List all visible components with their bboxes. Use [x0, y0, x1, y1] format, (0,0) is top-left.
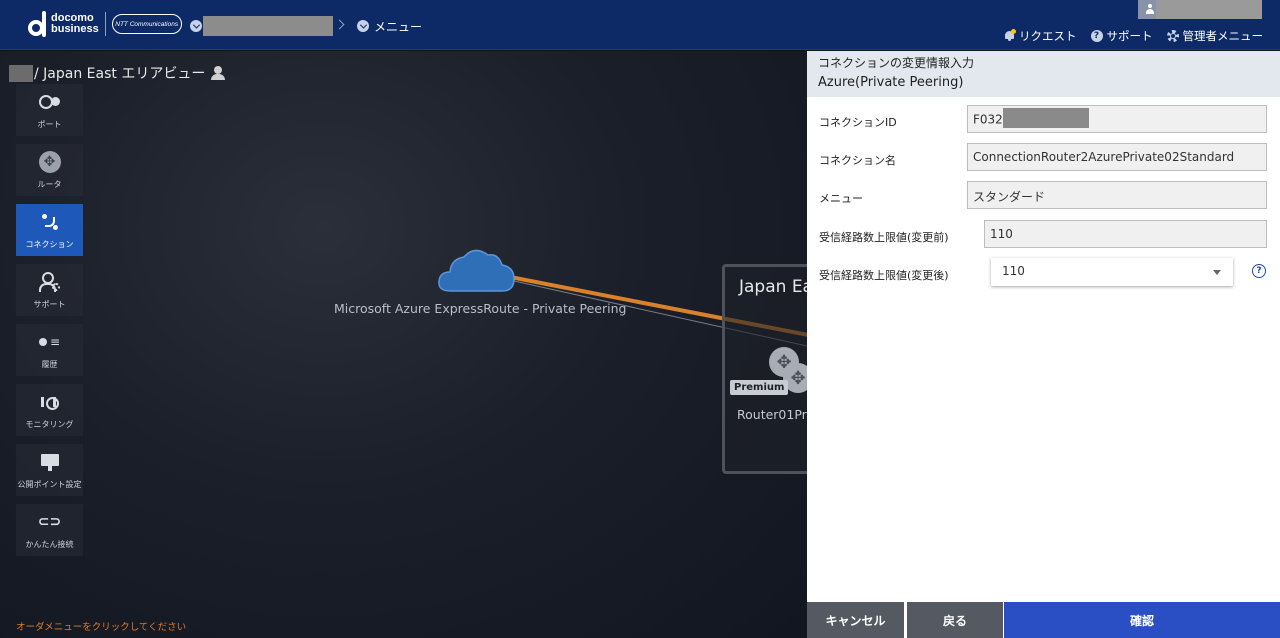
panel-header: コネクションの変更情報入力 Azure(Private Peering) — [807, 51, 1280, 97]
breadcrumb-chevron-right-icon — [334, 19, 345, 30]
panel-footer: キャンセル 戻る 確認 — [807, 602, 1280, 638]
route-limit-after-select[interactable]: 110 — [991, 258, 1233, 286]
tenant-dropdown-icon[interactable] — [190, 20, 202, 32]
logo-separator — [104, 12, 106, 36]
menu-row: メニュー スタンダード — [807, 181, 1280, 211]
route-limit-before-label: 受信経路数上限値(変更前) — [819, 231, 949, 244]
ntt-communications-logo: NTT Communications — [111, 14, 182, 34]
connection-id-redacted — [1002, 108, 1089, 128]
help-icon[interactable]: ? — [1252, 264, 1266, 278]
confirm-button[interactable]: 確認 — [1004, 602, 1280, 638]
support-label: サポート — [1106, 29, 1153, 43]
request-label: リクエスト — [1019, 29, 1077, 43]
logo-line2: business — [51, 23, 99, 35]
route-limit-after-row: 受信経路数上限値(変更後) 110 ? — [807, 258, 1280, 288]
premium-badge: Premium — [730, 380, 789, 395]
user-icon — [1146, 4, 1154, 14]
question-icon: ? — [1090, 30, 1103, 42]
docomo-business-logo[interactable]: docomo business NTT Communications — [28, 11, 182, 37]
admin-menu-label: 管理者メニュー — [1182, 29, 1264, 43]
order-instruction: オーダメニューをクリックしてください — [16, 622, 187, 633]
header-links: リクエスト ? サポート 管理者メニュー — [1004, 28, 1263, 44]
connection-name-row: コネクション名 ConnectionRouter2AzurePrivate02S… — [807, 143, 1280, 173]
request-link[interactable]: リクエスト — [1004, 28, 1077, 44]
connection-name-field: ConnectionRouter2AzurePrivate02Standard — [967, 143, 1267, 171]
user-name-redacted — [1156, 0, 1262, 19]
menu-dropdown-icon[interactable] — [357, 20, 369, 32]
route-limit-after-value: 110 — [1002, 264, 1025, 278]
japan-east-area[interactable]: Japan East ✥ ✥ Premium Router01Premium — [722, 264, 807, 474]
route-limit-before-field: 110 — [984, 220, 1267, 248]
back-button[interactable]: 戻る — [907, 602, 1003, 638]
route-limit-after-label: 受信経路数上限値(変更後) — [819, 269, 949, 282]
caret-down-icon — [1213, 270, 1221, 275]
connection-name-label: コネクション名 — [819, 154, 896, 167]
cancel-button[interactable]: キャンセル — [807, 602, 904, 638]
route-limit-before-row: 受信経路数上限値(変更前) 110 — [807, 220, 1280, 250]
panel-title: コネクションの変更情報入力 — [818, 56, 975, 70]
panel-subtitle: Azure(Private Peering) — [818, 75, 964, 90]
connection-id-label: コネクションID — [819, 116, 897, 129]
connection-id-row: コネクションID F032 — [807, 105, 1280, 135]
menu-label: メニュー — [819, 192, 863, 205]
ntt-logo-text: NTT Communications — [115, 20, 179, 28]
network-canvas[interactable]: / Japan East エリアビュー ポート ルータ コネクション サポート … — [0, 51, 807, 638]
header-menu-button[interactable]: メニュー — [374, 18, 422, 35]
cloud-label: Microsoft Azure ExpressRoute - Private P… — [334, 301, 627, 316]
admin-menu-link[interactable]: 管理者メニュー — [1166, 28, 1264, 44]
area-title: Japan East — [739, 277, 807, 297]
logo-text: docomo business — [51, 13, 99, 35]
gear-icon — [1166, 30, 1179, 42]
user-account-button[interactable] — [1138, 0, 1262, 19]
connection-id-value: F032 — [973, 112, 1003, 127]
bell-icon — [1004, 29, 1016, 42]
connection-edit-panel: コネクションの変更情報入力 Azure(Private Peering) コネク… — [807, 51, 1280, 638]
router-name: Router01Premium — [737, 407, 807, 422]
support-link[interactable]: ? サポート — [1090, 28, 1153, 44]
top-header: docomo business NTT Communications メニュー … — [0, 0, 1280, 50]
menu-field: スタンダード — [967, 181, 1267, 209]
azure-cloud-icon[interactable] — [436, 245, 516, 295]
tenant-name-redacted[interactable] — [203, 16, 333, 36]
connection-id-field: F032 — [967, 105, 1267, 133]
docomo-d-icon — [28, 11, 48, 37]
connection-lines — [504, 274, 807, 347]
